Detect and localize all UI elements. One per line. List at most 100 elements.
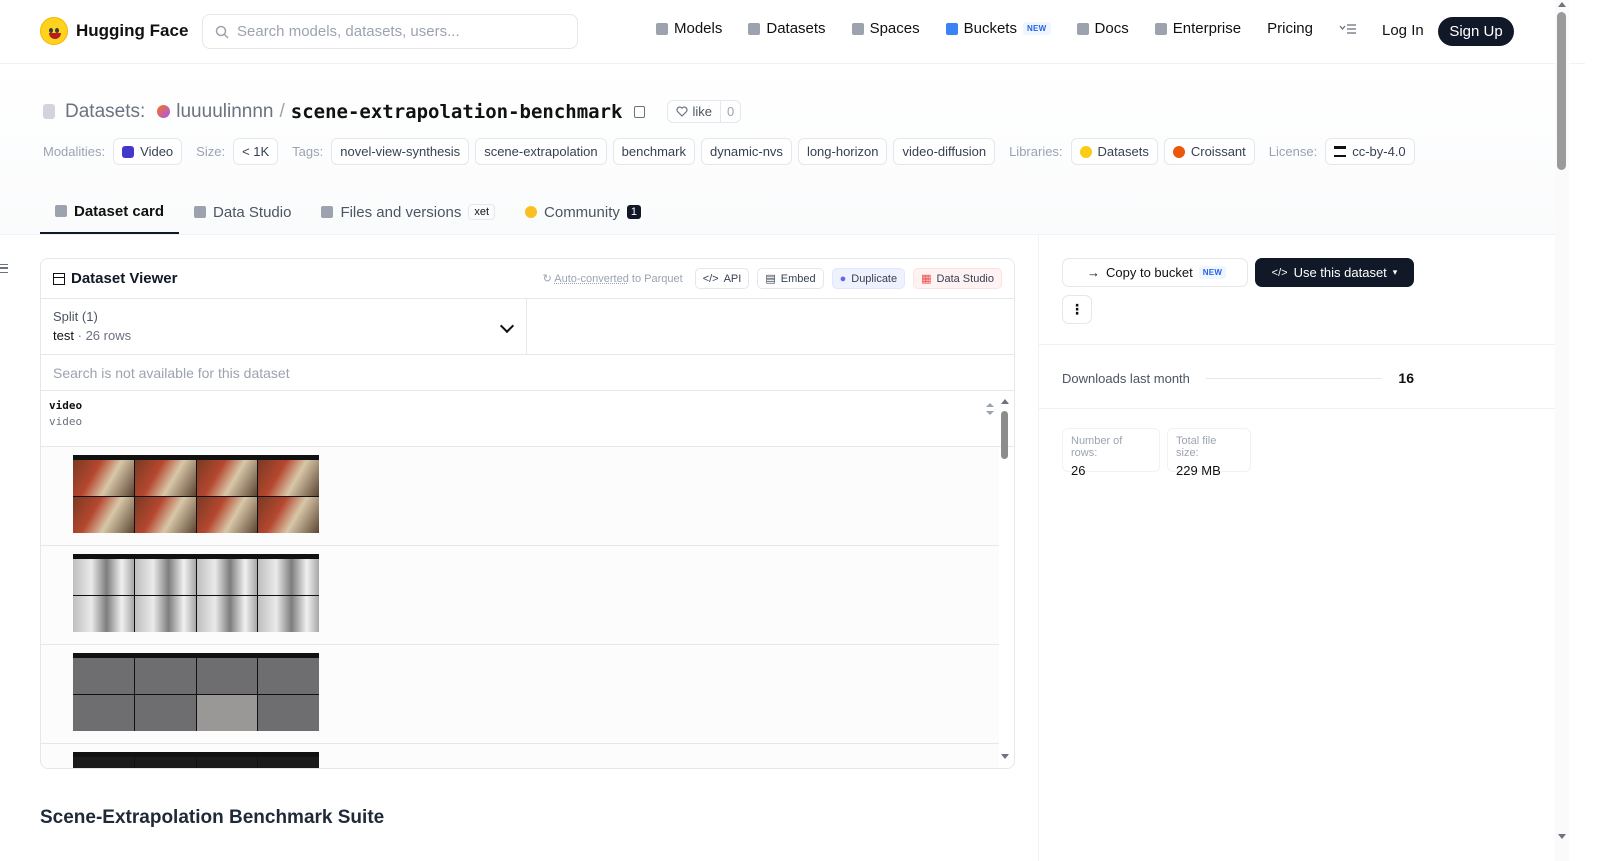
data-studio-button[interactable]: ▦ Data Studio <box>913 268 1002 289</box>
scroll-up-icon[interactable] <box>1001 399 1009 404</box>
video-thumbnail[interactable] <box>73 455 319 533</box>
tag-item[interactable]: video-diffusion <box>893 138 996 165</box>
tag-item[interactable]: scene-extrapolation <box>475 138 607 165</box>
nav-spaces[interactable]: Spaces <box>851 20 920 37</box>
signup-button[interactable]: Sign Up <box>1438 17 1514 46</box>
nav-more-menu[interactable] <box>1339 23 1357 35</box>
community-count: 1 <box>626 205 641 219</box>
table-icon <box>53 272 65 285</box>
more-options-button[interactable]: ⋮ <box>1062 295 1092 324</box>
data-studio-label: Data Studio <box>936 272 994 285</box>
nav-datasets[interactable]: Datasets <box>748 20 826 37</box>
auto-converted-suffix: to Parquet <box>631 273 683 285</box>
library-croissant[interactable]: Croissant <box>1163 138 1255 165</box>
scroll-up-icon[interactable] <box>1558 2 1566 7</box>
duplicate-icon: ● <box>839 272 847 285</box>
rows-label: Number of rows: <box>1071 435 1123 459</box>
tag-item[interactable]: dynamic-nvs <box>700 138 792 165</box>
page-scrollbar[interactable] <box>1555 0 1569 861</box>
video-thumbnail[interactable] <box>73 554 319 632</box>
scroll-thumb[interactable] <box>1557 12 1566 170</box>
viewer-scrollbar[interactable] <box>1000 399 1010 759</box>
table-row[interactable] <box>41 447 999 546</box>
scroll-down-icon[interactable] <box>1558 834 1566 839</box>
size-label: Size: <box>196 144 226 159</box>
toc-toggle-icon[interactable] <box>0 264 8 273</box>
library-datasets[interactable]: Datasets <box>1070 138 1158 165</box>
viewer-header: Dataset Viewer ↻ Auto-converted to Parqu… <box>41 259 1014 299</box>
cube-icon <box>55 205 67 217</box>
downloads-value: 16 <box>1398 370 1414 386</box>
brand-logo[interactable]: Hugging Face <box>40 17 188 45</box>
video-thumbnail[interactable] <box>73 752 319 768</box>
tab-files[interactable]: Files and versions xet <box>306 190 510 234</box>
filesize-label: Total file size: <box>1176 435 1217 459</box>
tab-dataset-card[interactable]: Dataset card <box>40 190 180 234</box>
bank-icon <box>1334 146 1347 157</box>
section-label[interactable]: Datasets: <box>65 101 145 123</box>
tab-data-studio[interactable]: Data Studio <box>179 190 306 234</box>
path-separator: / <box>279 100 285 122</box>
nav-models[interactable]: Models <box>656 20 722 37</box>
login-link[interactable]: Log In <box>1382 22 1424 39</box>
table-row[interactable] <box>41 645 999 744</box>
duplicate-button[interactable]: ● Duplicate <box>831 268 906 289</box>
nav-models-label: Models <box>674 20 723 37</box>
table-row[interactable] <box>41 744 999 768</box>
repo-title: Datasets: luuuulinnnn / scene-extrapolat… <box>43 100 742 123</box>
use-dataset-button[interactable]: </> Use this dataset ▾ <box>1255 258 1414 287</box>
api-label: API <box>723 272 742 285</box>
table-row[interactable] <box>41 546 999 645</box>
nav-buckets[interactable]: Buckets NEW <box>945 20 1051 37</box>
embed-button[interactable]: ▤ Embed <box>757 268 824 289</box>
new-badge: NEW <box>1198 266 1227 279</box>
license-label: License: <box>1268 144 1318 159</box>
split-selector[interactable]: Split (1) test · 26 rows <box>41 299 527 354</box>
column-name: video <box>49 399 83 412</box>
column-header[interactable]: video video <box>41 391 1014 447</box>
sort-icon[interactable] <box>986 403 994 415</box>
tag-item[interactable]: novel-view-synthesis <box>331 138 470 165</box>
tag-item[interactable]: benchmark <box>612 138 695 165</box>
libraries-label: Libraries: <box>1009 144 1063 159</box>
nav-pricing[interactable]: Pricing <box>1267 20 1313 37</box>
auto-converted-link[interactable]: Auto-converted <box>554 273 629 285</box>
nav-docs[interactable]: Docs <box>1076 20 1129 37</box>
like-label: like <box>692 104 712 119</box>
owner-link[interactable]: luuuulinnnn <box>176 101 273 123</box>
copy-to-bucket-button[interactable]: → Copy to bucket NEW <box>1062 258 1248 287</box>
like-button[interactable]: like 0 <box>667 100 742 123</box>
embed-icon: ▤ <box>765 273 776 285</box>
scroll-down-icon[interactable] <box>1001 754 1009 759</box>
community-icon <box>525 206 538 218</box>
license-text: cc-by-4.0 <box>1352 144 1406 159</box>
metadata-tags: Modalities: Video Size: < 1K Tags: novel… <box>43 138 1421 165</box>
database-icon <box>43 104 55 119</box>
tab-divider <box>0 234 1555 235</box>
search-box[interactable] <box>202 14 578 49</box>
copy-icon[interactable] <box>634 105 646 118</box>
top-navbar: Hugging Face Models Datasets Spaces Buck… <box>0 0 1585 64</box>
tags-label: Tags: <box>292 144 324 159</box>
hugging-face-icon <box>40 17 68 45</box>
downloads-sparkline <box>1205 377 1383 379</box>
tag-item[interactable]: long-horizon <box>797 138 888 165</box>
table-icon <box>194 206 207 218</box>
rows-value: 26 <box>1071 463 1086 478</box>
scroll-thumb[interactable] <box>1001 411 1008 459</box>
license-tag[interactable]: cc-by-4.0 <box>1325 138 1415 165</box>
filesize-value: 229 MB <box>1176 463 1221 478</box>
nav-enterprise[interactable]: Enterprise <box>1154 20 1241 37</box>
search-input[interactable] <box>237 23 557 40</box>
tab-community[interactable]: Community 1 <box>510 190 656 234</box>
size-tag[interactable]: < 1K <box>233 138 279 165</box>
api-button[interactable]: </> API <box>694 268 750 289</box>
modality-tag[interactable]: Video <box>113 138 183 165</box>
repo-tabs: Dataset card Data Studio Files and versi… <box>40 190 656 234</box>
tab-files-label: Files and versions <box>340 203 462 221</box>
code-icon: </> <box>1271 266 1288 279</box>
table-rows <box>41 447 1014 768</box>
owner-avatar <box>157 105 171 118</box>
video-thumbnail[interactable] <box>73 653 319 731</box>
repo-name[interactable]: scene-extrapolation-benchmark <box>291 101 623 123</box>
